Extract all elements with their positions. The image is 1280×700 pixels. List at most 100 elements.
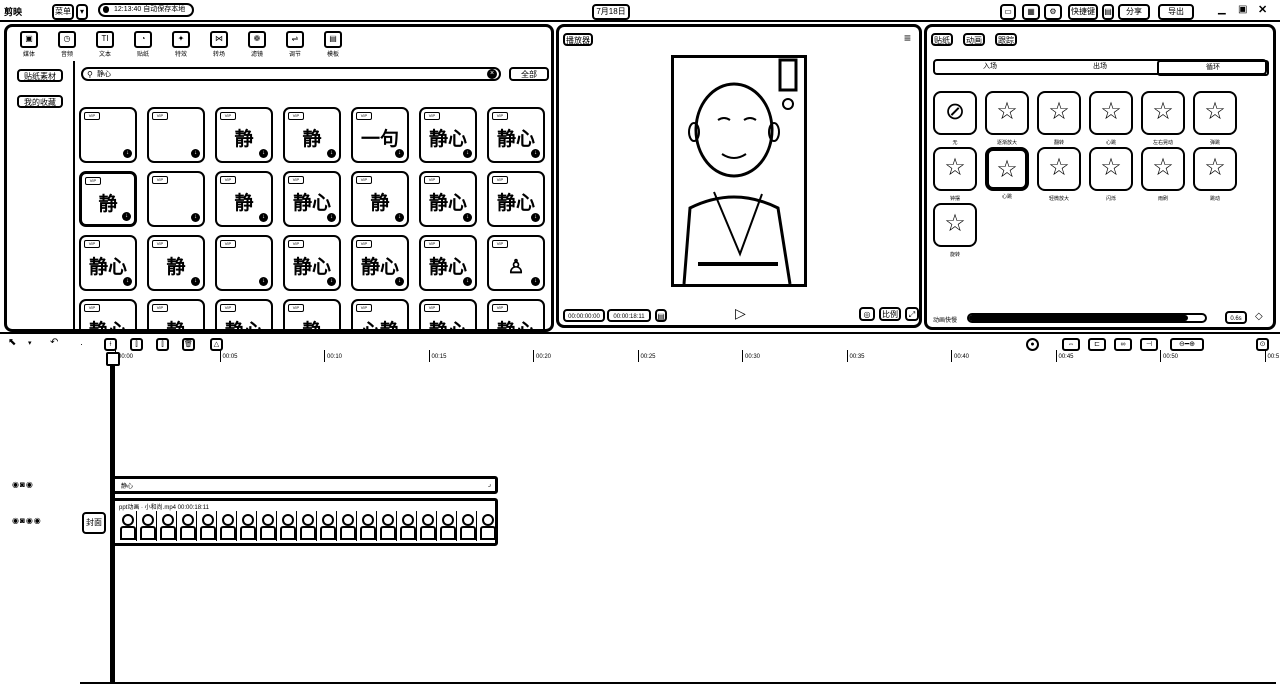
speed-slider[interactable]: [967, 313, 1207, 323]
magnet-icon[interactable]: ⊏: [1088, 338, 1106, 351]
sticker-card[interactable]: VIP ↓: [79, 107, 137, 163]
sticker-card[interactable]: VIP静↓: [147, 235, 205, 291]
animation-option[interactable]: ☆ 旋转: [933, 203, 977, 258]
link-main-track-icon[interactable]: ⇔: [1062, 338, 1080, 351]
fullscreen-icon[interactable]: ⤢: [905, 307, 919, 321]
timecode-icon[interactable]: ▤: [655, 309, 667, 322]
tab-text[interactable]: TI 文本: [91, 31, 119, 58]
tool-dropdown-icon[interactable]: ▾: [28, 339, 32, 347]
playhead-handle[interactable]: [106, 352, 120, 366]
preview-canvas[interactable]: [671, 55, 807, 287]
sidebar-item-favorites[interactable]: 我的收藏: [17, 95, 63, 108]
tab-filter[interactable]: ❁ 滤镜: [243, 31, 271, 58]
download-icon[interactable]: ↓: [122, 212, 131, 221]
sticker-card[interactable]: VIP静↓: [215, 107, 273, 163]
download-icon[interactable]: ↓: [395, 213, 404, 222]
tab-template[interactable]: ▤ 模板: [319, 31, 347, 58]
layout-icon[interactable]: ▦: [1022, 4, 1040, 20]
sticker-card[interactable]: VIP ↓: [147, 107, 205, 163]
sticker-clip[interactable]: 静心 ⌟: [112, 476, 498, 494]
sticker-card[interactable]: VIP静↓: [215, 171, 273, 227]
download-icon[interactable]: ↓: [259, 213, 268, 222]
shortcut-button[interactable]: 快捷键: [1068, 4, 1098, 20]
tab-animation[interactable]: 动画: [963, 33, 985, 46]
sticker-card[interactable]: VIP静↓: [283, 299, 341, 329]
sticker-card[interactable]: VIP静心向学↓: [351, 235, 409, 291]
speed-value[interactable]: 0.6s: [1225, 311, 1247, 324]
download-icon[interactable]: ↓: [531, 213, 540, 222]
subtab-out[interactable]: 出场: [1045, 61, 1155, 73]
keyframe-icon[interactable]: ◇: [1255, 311, 1263, 322]
tab-sticker[interactable]: ◔ 贴纸: [129, 31, 157, 58]
tab-sticker[interactable]: 贴纸: [931, 33, 953, 46]
download-icon[interactable]: ↓: [327, 213, 336, 222]
timeline-scrollbar[interactable]: [80, 682, 1276, 684]
export-button[interactable]: 导出: [1158, 4, 1194, 20]
select-tool-icon[interactable]: ⬉: [8, 337, 16, 348]
tab-media[interactable]: ▣ 媒体: [15, 31, 43, 58]
cover-button[interactable]: 封面: [82, 512, 106, 534]
download-icon[interactable]: ↓: [259, 277, 268, 286]
preview-axis-icon[interactable]: ⊣: [1140, 338, 1158, 351]
subtab-loop[interactable]: 循环: [1157, 60, 1269, 76]
sticker-card[interactable]: VIP 一句 ↓: [351, 107, 409, 163]
zoom-slider[interactable]: ⊖━⊕: [1170, 338, 1204, 351]
menu-chevron-down-icon[interactable]: ▾: [76, 4, 88, 20]
ratio-button[interactable]: 比例: [879, 307, 901, 321]
share-button[interactable]: 分享: [1118, 4, 1150, 20]
menu-button[interactable]: 菜单: [52, 4, 74, 20]
animation-option[interactable]: ☆ 逐渐放大: [985, 91, 1029, 146]
download-icon[interactable]: ↓: [395, 149, 404, 158]
close-icon[interactable]: ✕: [1258, 3, 1267, 16]
sticker-card[interactable]: VIP静心↓: [487, 107, 545, 163]
download-icon[interactable]: ↓: [259, 149, 268, 158]
sticker-card[interactable]: VIP静心↓: [283, 171, 341, 227]
mic-icon[interactable]: ●: [1026, 338, 1039, 351]
tab-audio[interactable]: ◷ 音频: [53, 31, 81, 58]
sticker-card[interactable]: VIP ↓: [215, 235, 273, 291]
clip-handle-icon[interactable]: ⌟: [488, 480, 491, 488]
download-icon[interactable]: ↓: [191, 149, 200, 158]
animation-option[interactable]: ☆ 轻微放大: [1037, 147, 1081, 202]
sticker-card[interactable]: VIP静↓: [147, 299, 205, 329]
sticker-card[interactable]: VIP静↓: [79, 171, 137, 227]
download-icon[interactable]: ↓: [463, 213, 472, 222]
undo-icon[interactable]: ↶: [50, 337, 58, 348]
maximize-icon[interactable]: ▣: [1238, 4, 1247, 15]
download-icon[interactable]: ↓: [531, 277, 540, 286]
tab-effects[interactable]: ✦ 特效: [167, 31, 195, 58]
animation-option[interactable]: ☆ 心跳: [985, 147, 1029, 200]
filter-dropdown[interactable]: 全部: [509, 67, 549, 81]
animation-option[interactable]: ☆ 弹跳: [1193, 91, 1237, 146]
animation-option[interactable]: ☆ 跳动: [1193, 147, 1237, 202]
download-icon[interactable]: ↓: [123, 277, 132, 286]
video-track-controls[interactable]: ◉◙◉◉: [12, 516, 42, 525]
sticker-card[interactable]: VIP ↓: [147, 171, 205, 227]
animation-option[interactable]: ☆ 闪烁: [1089, 147, 1133, 202]
split-right-icon[interactable]: ⫿: [156, 338, 169, 351]
minimize-icon[interactable]: ▁: [1218, 4, 1226, 15]
sticker-card[interactable]: VIP静心向学↓: [419, 235, 477, 291]
redo-icon[interactable]: ·: [80, 339, 83, 349]
tab-transition[interactable]: ⋈ 转场: [205, 31, 233, 58]
subtab-in[interactable]: 入场: [935, 61, 1045, 73]
download-icon[interactable]: ↓: [327, 149, 336, 158]
sticker-card[interactable]: VIP静心↓: [419, 299, 477, 329]
sticker-card[interactable]: VIP静心↓: [79, 299, 137, 329]
marker-icon[interactable]: △: [210, 338, 223, 351]
sidebar-item-sticker-material[interactable]: 贴纸素材: [17, 69, 63, 82]
sticker-card[interactable]: VIP静心↓: [283, 235, 341, 291]
fit-icon[interactable]: ◎: [859, 307, 875, 321]
sticker-card[interactable]: VIP静心↓: [419, 107, 477, 163]
tab-tracking[interactable]: 跟踪: [995, 33, 1017, 46]
download-icon[interactable]: ↓: [463, 149, 472, 158]
animation-option[interactable]: ☆ 钟摆: [933, 147, 977, 202]
search-input[interactable]: [97, 69, 477, 79]
play-icon[interactable]: ▷: [735, 305, 746, 322]
animation-option[interactable]: ☆ 左右晃动: [1141, 91, 1185, 146]
download-icon[interactable]: ↓: [395, 277, 404, 286]
sticker-card[interactable]: VIP静心↓: [419, 171, 477, 227]
tab-adjust[interactable]: ⇌ 调节: [281, 31, 309, 58]
split-left-icon[interactable]: ⫿: [130, 338, 143, 351]
player-menu-icon[interactable]: ≡: [904, 31, 911, 45]
